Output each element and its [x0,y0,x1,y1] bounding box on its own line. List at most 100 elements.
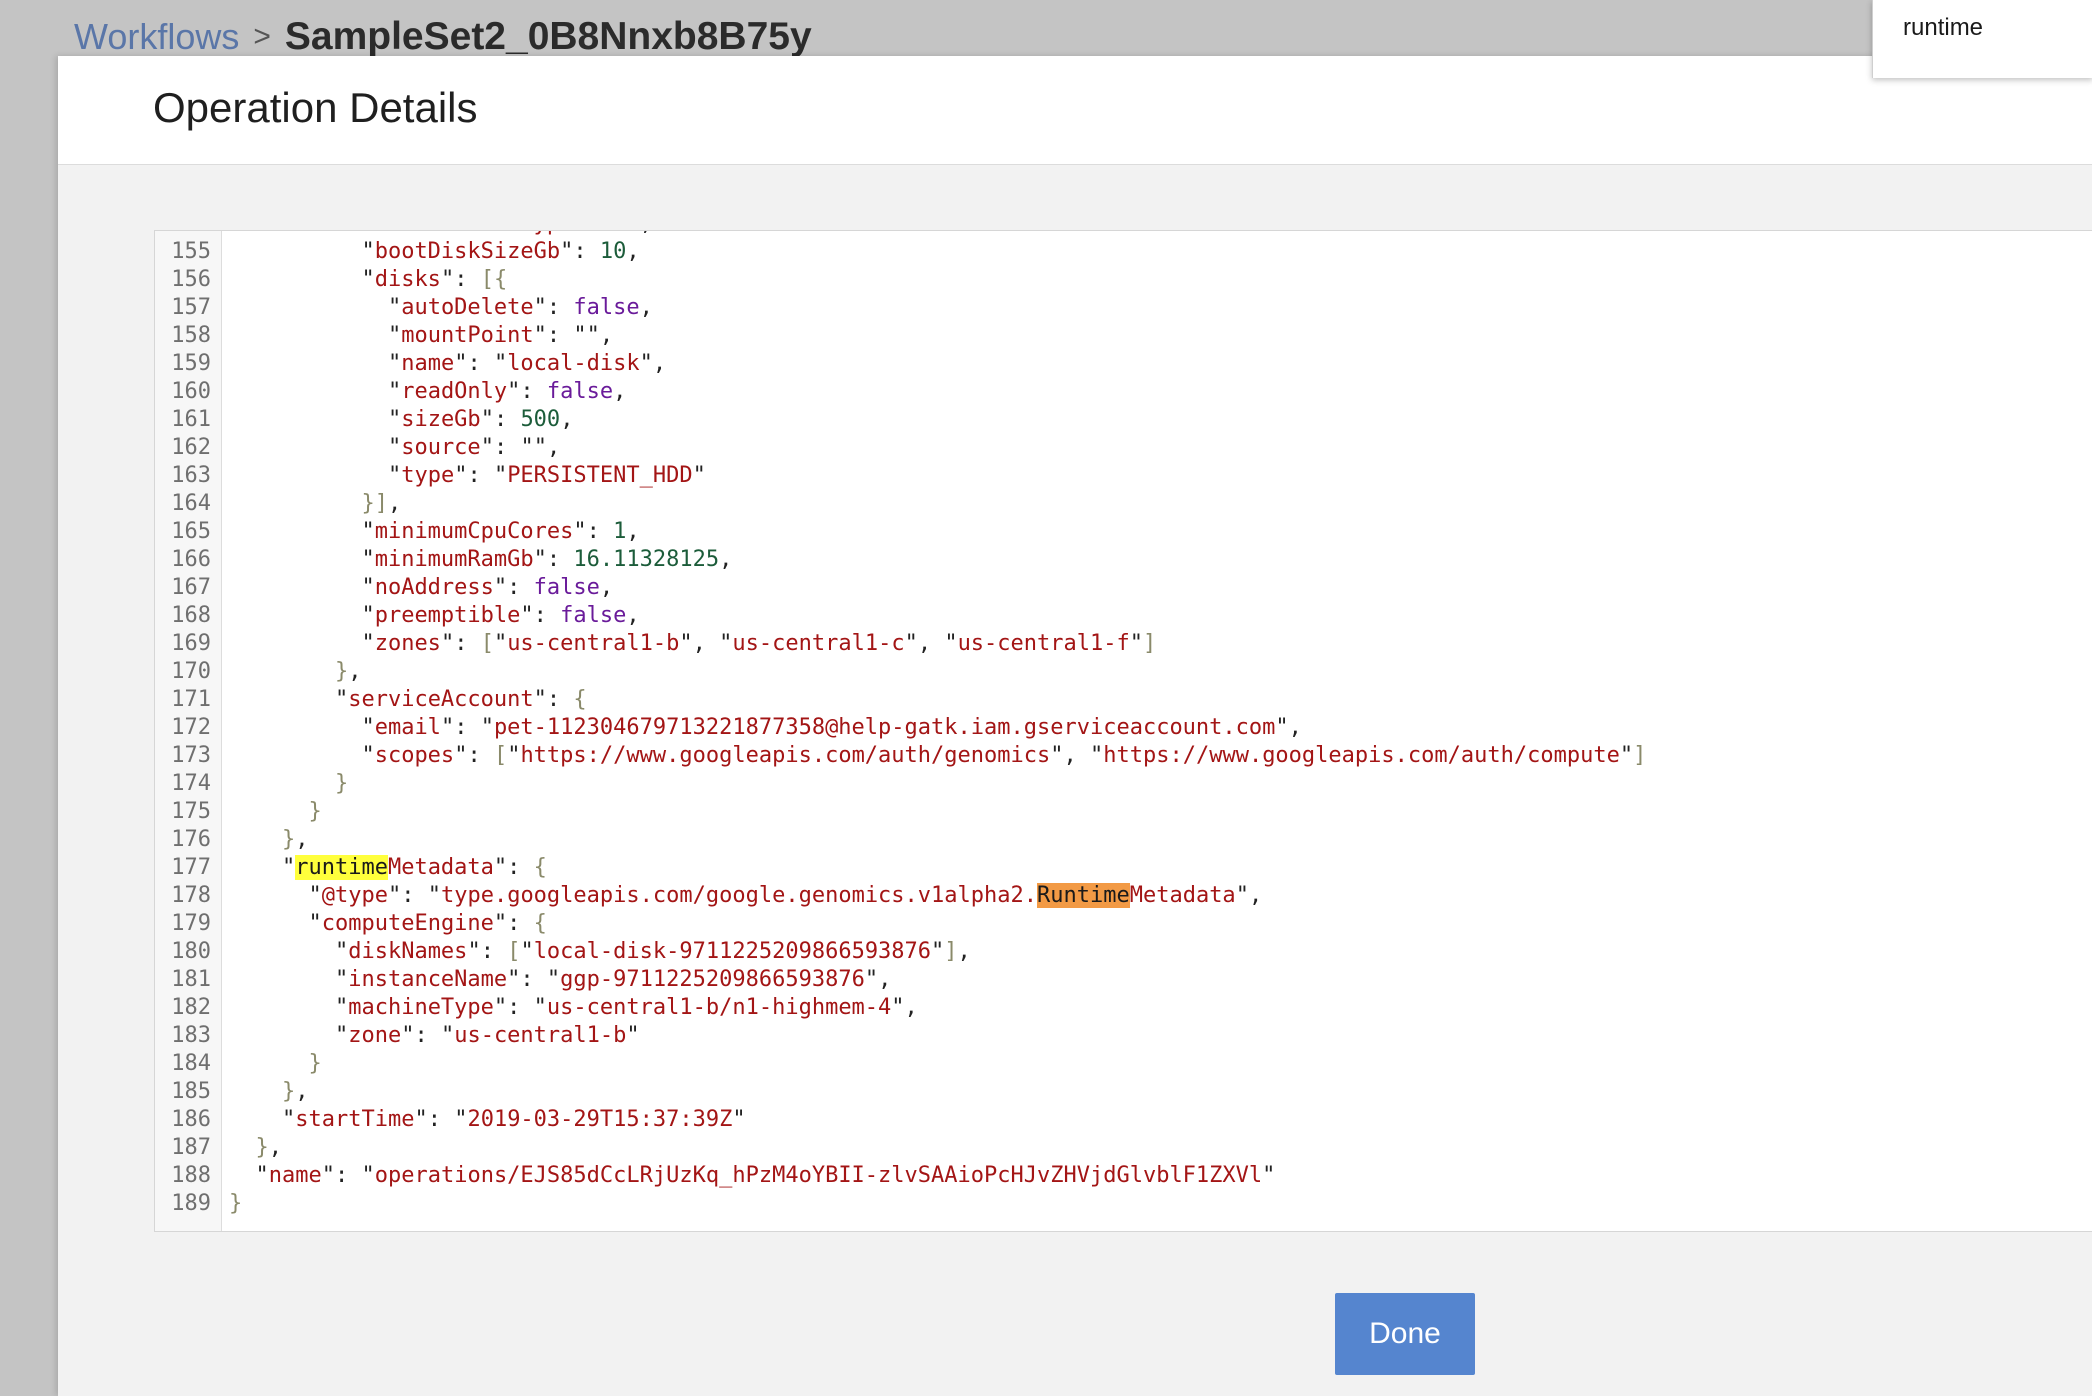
line-number: 164 [171,491,211,516]
breadcrumb-current-workspace: SampleSet2_0B8Nnxb8B75y [284,15,812,58]
line-number: 182 [171,995,211,1020]
code-line-text: "autoDelete": false, [387,295,653,320]
code-line: 161 "sizeGb": 500, [155,406,573,434]
code-line-text: "computeEngine": { [308,911,547,936]
find-box [1872,0,2092,78]
search-match: Runtime [1037,883,1130,908]
line-number: 161 [171,407,211,432]
code-line: 188 "name": "operations/EJS85dCcLRjUzKq_… [155,1162,1275,1190]
code-line: 158 "mountPoint": "", [155,322,613,350]
code-line: 187 }, [155,1134,282,1162]
line-number: 185 [171,1079,211,1104]
code-line-text: } [308,1051,322,1076]
code-line: 166 "minimumRamGb": 16.11328125, [155,546,732,574]
code-line: 169 "zones": ["us-central1-b", "us-centr… [155,630,1156,658]
code-line: 175 } [155,798,321,826]
operation-details-modal: Operation Details 154 "acceleratorType":… [58,56,2092,1396]
code-line-text: "acceleratorType": "", [229,231,652,238]
line-number: 181 [171,967,211,992]
line-number: 175 [171,799,211,824]
code-line-text: "diskNames": ["local-disk-97112252098665… [334,939,971,964]
code-line: 180 "diskNames": ["local-disk-9711225209… [155,938,971,966]
code-line: 157 "autoDelete": false, [155,294,653,322]
code-line: 162 "source": "", [155,434,560,462]
code-line-text: "disks": [{ [361,267,508,292]
code-line-text: }, [334,659,362,684]
code-line: 178 "@type": "type.googleapis.com/google… [155,882,1262,910]
line-number: 176 [171,827,211,852]
find-input[interactable] [1903,14,2083,42]
code-line-text: }, [255,1135,283,1160]
code-line-text: "serviceAccount": { [334,687,587,712]
code-line: 183 "zone": "us-central1-b" [155,1022,639,1050]
code-line-text: "sizeGb": 500, [387,407,574,432]
code-line-text: "preemptible": false, [361,603,640,628]
code-line-text: "noAddress": false, [361,575,614,600]
code-line: 156 "disks": [{ [155,266,507,294]
code-line: 168 "preemptible": false, [155,602,639,630]
code-line-text: "email": "pet-112304679713221877358@help… [361,715,1302,740]
code-line-text: } [334,771,349,796]
code-line-text: "machineType": "us-central1-b/n1-highmem… [334,995,918,1020]
code-line: 173 "scopes": ["https://www.googleapis.c… [155,742,1646,770]
code-line-text: "@type": "type.googleapis.com/google.gen… [308,883,1263,908]
code-line-text: "mountPoint": "", [387,323,614,348]
line-number: 189 [171,1191,211,1216]
modal-title: Operation Details [153,84,478,131]
code-line: 181 "instanceName": "ggp-971122520986659… [155,966,891,994]
code-line-text: "source": "", [387,435,561,460]
line-number: 174 [171,771,211,796]
line-number: 162 [171,435,211,460]
line-number: 168 [171,603,211,628]
code-line: 179 "computeEngine": { [155,910,547,938]
line-number: 167 [171,575,211,600]
line-number: 180 [171,939,211,964]
line-number: 179 [171,911,211,936]
code-line-text: "readOnly": false, [387,379,627,404]
line-number: 188 [171,1163,211,1188]
code-line: 182 "machineType": "us-central1-b/n1-hig… [155,994,918,1022]
line-number: 166 [171,547,211,572]
line-number: 186 [171,1107,211,1132]
line-number: 169 [171,631,211,656]
code-line: 154 "acceleratorType": "", [155,231,653,238]
modal-header: Operation Details [58,56,2092,165]
breadcrumb-workflows-link[interactable]: Workflows [74,16,239,58]
code-line-text: "name": "local-disk", [387,351,667,376]
line-number: 158 [171,323,211,348]
line-number: 155 [171,239,211,264]
json-code-viewer[interactable]: 154 "acceleratorType": "",155 "bootDiskS… [154,230,2092,1232]
chevron-right-icon: > [253,20,271,53]
code-line: 155 "bootDiskSizeGb": 10, [155,238,639,266]
code-line-text: "scopes": ["https://www.googleapis.com/a… [361,743,1647,768]
code-line: 165 "minimumCpuCores": 1, [155,518,639,546]
breadcrumb: Workflows > SampleSet2_0B8Nnxb8B75y [74,12,812,62]
code-line: 186 "startTime": "2019-03-29T15:37:39Z" [155,1106,745,1134]
code-line-text: "minimumRamGb": 16.11328125, [361,547,733,572]
top-bar: Workflows > SampleSet2_0B8Nnxb8B75y [0,0,2092,58]
line-number: 156 [171,267,211,292]
line-number: 184 [171,1051,211,1076]
code-line-text: "zone": "us-central1-b" [334,1023,640,1048]
code-line: 184 } [155,1050,321,1078]
line-number: 159 [171,351,211,376]
done-button[interactable]: Done [1335,1293,1475,1375]
line-number: 183 [171,1023,211,1048]
code-lines: 154 "acceleratorType": "",155 "bootDiskS… [155,231,1646,1218]
code-line: 185 }, [155,1078,308,1106]
code-line-text: "bootDiskSizeGb": 10, [361,239,640,264]
line-number: 173 [171,743,211,768]
code-line-text: }], [361,491,402,516]
line-number: 157 [171,295,211,320]
code-line: 170 }, [155,658,361,686]
code-line: 174 } [155,770,348,798]
line-number: 171 [171,687,211,712]
code-line-text: "name": "operations/EJS85dCcLRjUzKq_hPzM… [255,1163,1276,1188]
code-line: 164 }], [155,490,401,518]
code-line-text: "startTime": "2019-03-29T15:37:39Z" [281,1107,746,1132]
code-line-text: } [229,1191,243,1216]
line-number: 187 [171,1135,211,1160]
code-line: 176 }, [155,826,308,854]
line-number: 160 [171,379,211,404]
code-line-text: }, [281,1079,309,1104]
